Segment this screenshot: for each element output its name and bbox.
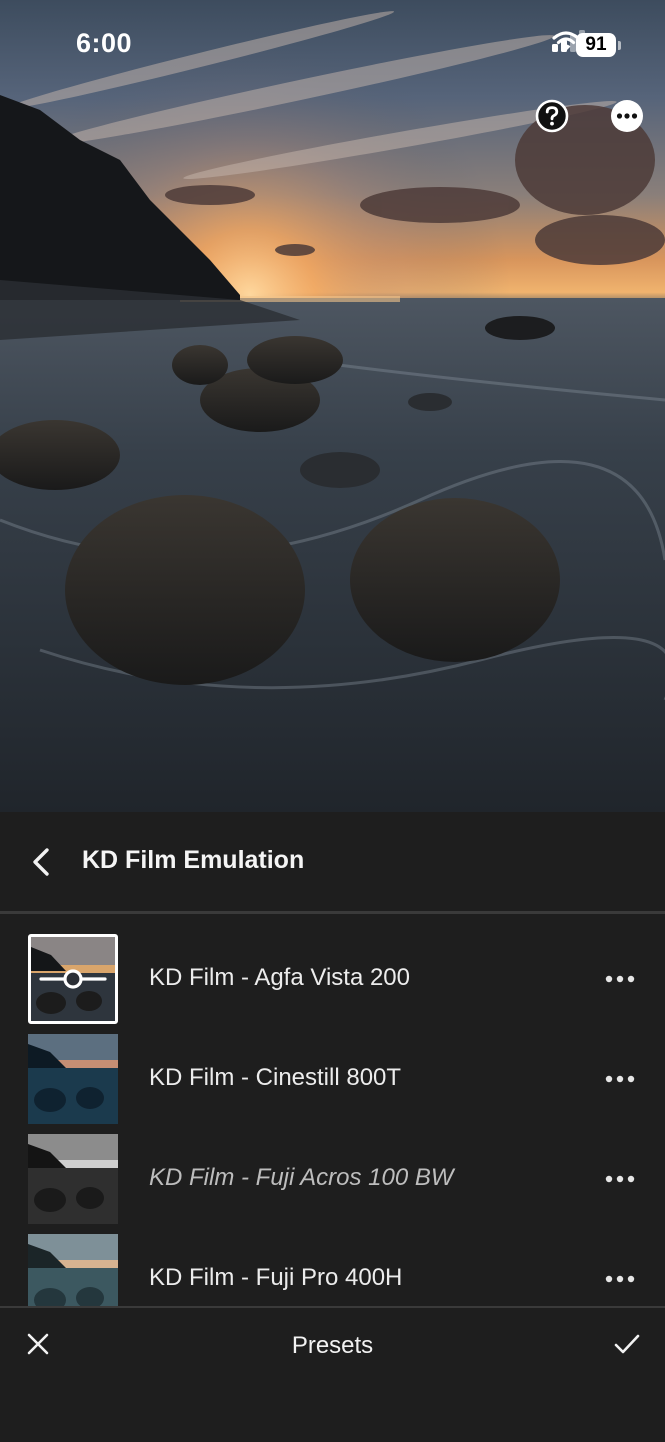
- ellipsis-icon: [605, 1075, 635, 1083]
- preset-item[interactable]: KD Film - Fuji Pro 400H: [0, 1214, 665, 1306]
- ellipsis-icon: [605, 975, 635, 983]
- preset-list[interactable]: KD Film - Agfa Vista 200 KD Film - Cines…: [0, 914, 665, 1306]
- preset-more-button[interactable]: [605, 1269, 635, 1289]
- preset-name: KD Film - Fuji Pro 400H: [149, 1264, 403, 1291]
- bottom-title: Presets: [291, 1332, 374, 1359]
- preset-item[interactable]: KD Film - Fuji Acros 100 BW: [0, 1114, 665, 1224]
- ellipsis-icon: [605, 1275, 635, 1283]
- more-options-icon[interactable]: [610, 99, 644, 133]
- preset-item[interactable]: KD Film - Agfa Vista 200: [0, 914, 665, 1024]
- preset-more-button[interactable]: [605, 969, 635, 989]
- panel-title: KD Film Emulation: [82, 846, 305, 874]
- preset-more-button[interactable]: [605, 1169, 635, 1189]
- preset-more-button[interactable]: [605, 1069, 635, 1089]
- preset-name: KD Film - Agfa Vista 200: [149, 964, 410, 991]
- preset-thumbnail: [28, 1234, 118, 1306]
- ellipsis-icon: [605, 1175, 635, 1183]
- photo-preview: 6:00 91: [0, 0, 665, 812]
- preset-thumbnail: [28, 1134, 118, 1224]
- preset-name: KD Film - Fuji Acros 100 BW: [149, 1164, 454, 1191]
- preset-item[interactable]: KD Film - Cinestill 800T: [0, 1014, 665, 1124]
- status-time: 6:00: [76, 28, 133, 58]
- battery-tip: [618, 40, 621, 50]
- panel-header: KD Film Emulation: [0, 812, 665, 914]
- back-button[interactable]: [26, 845, 56, 879]
- confirm-button[interactable]: [613, 1330, 641, 1358]
- help-icon[interactable]: [535, 99, 569, 133]
- preset-thumbnail: [28, 934, 118, 1024]
- checkmark-icon: [614, 1334, 640, 1354]
- preset-name: KD Film - Cinestill 800T: [149, 1064, 402, 1091]
- chevron-left-icon: [33, 848, 49, 876]
- status-icons: 91: [552, 30, 621, 60]
- preset-thumbnail: [28, 1034, 118, 1124]
- bottom-bar: Presets: [0, 1306, 665, 1442]
- preset-panel: KD Film Emulation KD Film - Agfa Vista 2…: [0, 812, 665, 1442]
